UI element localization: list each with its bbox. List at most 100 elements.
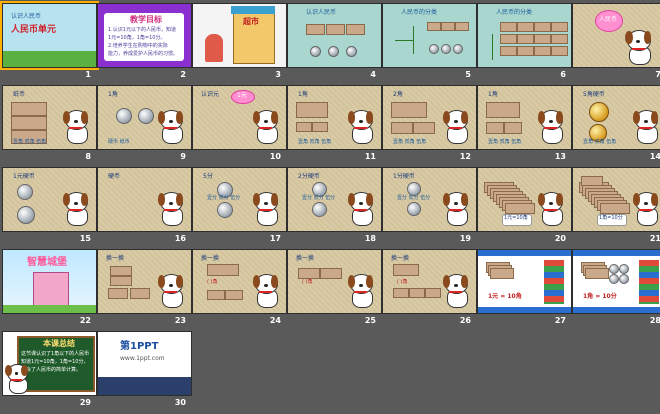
slide-preview[interactable]: 人民币的分类 bbox=[477, 3, 572, 68]
slide-thumbnail[interactable]: 1元 = 10角 27 bbox=[477, 249, 572, 332]
slide-thumbnail[interactable]: 5分 壹分 贰分 伍分 17 bbox=[192, 167, 287, 250]
slide-number: 13 bbox=[554, 152, 566, 161]
slide-title: 1角 bbox=[298, 91, 308, 98]
slide-title: 人民币的分类 bbox=[496, 9, 533, 16]
slide-thumbnail[interactable]: 人民币的分类 5 bbox=[382, 3, 477, 86]
slide-preview[interactable]: 5角硬币 壹角 贰角 伍角 bbox=[572, 85, 660, 150]
slide-thumbnail[interactable]: 换一换 ( )角 24 bbox=[192, 249, 287, 332]
slide-preview[interactable]: 智慧城堡 bbox=[2, 249, 97, 314]
dog-nose bbox=[263, 201, 268, 205]
slide-thumbnail[interactable]: 纸币 壹角 贰角 伍角 8 bbox=[2, 85, 97, 168]
slide-preview[interactable]: 1元 = 10角 bbox=[477, 249, 572, 314]
slide-preview[interactable]: 教学目标 1.认识1元以下的人民币，知道 1元=10角，1角=10分。 2.培养学生在… bbox=[97, 3, 192, 68]
slide-preview[interactable]: 5分 壹分 贰分 伍分 bbox=[192, 167, 287, 232]
slide-thumbnail[interactable]: 1角=10分 21 bbox=[572, 167, 660, 250]
slide-preview[interactable]: 1元硬币 bbox=[2, 167, 97, 232]
slide-thumbnail[interactable]: 认识人民币 4 bbox=[287, 3, 382, 86]
dog-nose bbox=[73, 119, 78, 123]
dog-nose bbox=[263, 119, 268, 123]
slide-thumbnail[interactable]: 1元硬币 15 bbox=[2, 167, 97, 250]
bubble-text: 人民币 bbox=[599, 16, 618, 23]
banknote-image bbox=[11, 116, 47, 130]
slide-preview[interactable]: 1元=10角 bbox=[477, 167, 572, 232]
slide-preview[interactable]: 1角 壹角 贰角 伍角 bbox=[287, 85, 382, 150]
coin-image bbox=[138, 108, 154, 124]
slide-thumbnail[interactable]: 1分硬币 壹分 贰分 伍分 19 bbox=[382, 167, 477, 250]
slide-thumbnail[interactable]: 教学目标 1.认识1元以下的人民币，知道 1元=10角，1角=10分。 2.培养学生在… bbox=[97, 3, 192, 86]
slide-title: 2分硬币 bbox=[298, 173, 320, 180]
slide-thumbnail[interactable]: 第1PPT www.1ppt.com 30 bbox=[97, 331, 192, 414]
slide-preview[interactable]: 2分硬币 壹分 贰分 伍分 bbox=[287, 167, 382, 232]
dog-illustration bbox=[633, 108, 660, 144]
slide-preview[interactable]: 换一换 ( )角 bbox=[382, 249, 477, 314]
slide-thumbnail[interactable]: 1元=10角 20 bbox=[477, 167, 572, 250]
slide-thumbnail[interactable]: 硬币 16 bbox=[97, 167, 192, 250]
slide-thumbnail[interactable]: 1角 壹角 贰角 伍角 13 bbox=[477, 85, 572, 168]
slide-thumbnail[interactable]: 认识元 1元 10 bbox=[192, 85, 287, 168]
children-illustration bbox=[205, 34, 223, 62]
equation-text: 1元 = 10角 bbox=[488, 293, 522, 300]
slide-preview[interactable]: 硬币 bbox=[97, 167, 192, 232]
slide-thumbnail[interactable]: 超市 3 bbox=[192, 3, 287, 86]
dog-ear bbox=[625, 31, 633, 45]
dog-collar bbox=[164, 208, 177, 211]
slide-thumbnail[interactable]: 2角 壹角 贰角 伍角 12 bbox=[382, 85, 477, 168]
dog-collar bbox=[69, 208, 82, 211]
slide-preview[interactable]: 1分硬币 壹分 贰分 伍分 bbox=[382, 167, 477, 232]
slide-thumbnail[interactable]: 人民币 7 bbox=[572, 3, 660, 86]
slide-preview[interactable]: 1角 = 10分 bbox=[572, 249, 660, 314]
slide-preview[interactable]: 1角 硬币 纸币 bbox=[97, 85, 192, 150]
slide-thumbnail[interactable]: 人民币单元 认识人民币 1 bbox=[0, 1, 99, 86]
slide-preview[interactable]: 纸币 壹角 贰角 伍角 bbox=[2, 85, 97, 150]
slide-preview[interactable]: 换一换 ( )角 bbox=[192, 249, 287, 314]
slide-caption: 壹角 贰角 伍角 bbox=[488, 139, 522, 145]
banknote-image bbox=[517, 22, 534, 32]
slide-thumbnail[interactable]: 人民币的分类 6 bbox=[477, 3, 572, 86]
slide-number: 14 bbox=[649, 152, 660, 161]
slide-thumbnail[interactable]: 1角 硬币 纸币 9 bbox=[97, 85, 192, 168]
dog-ear bbox=[650, 193, 659, 206]
slide-preview[interactable]: 1角 壹角 贰角 伍角 bbox=[477, 85, 572, 150]
equation-text: 1角 = 10分 bbox=[583, 293, 617, 300]
banknote-image bbox=[486, 122, 504, 134]
slide-thumbnail[interactable]: 换一换 ( )角 25 bbox=[287, 249, 382, 332]
slide-preview[interactable]: 本课总结 这节课认识了1角以下的人民币 知道1元=10角，1角=10分， 学会了人民币… bbox=[2, 331, 97, 396]
slide-preview[interactable]: 2角 壹角 贰角 伍角 bbox=[382, 85, 477, 150]
slide-thumbnail[interactable]: 2分硬币 壹分 贰分 伍分 18 bbox=[287, 167, 382, 250]
slide-thumbnail[interactable]: 1角 壹角 贰角 伍角 11 bbox=[287, 85, 382, 168]
slide-preview[interactable]: 换一换 bbox=[97, 249, 192, 314]
slide-thumbnail[interactable]: 换一换 23 bbox=[97, 249, 192, 332]
coin-image bbox=[453, 44, 463, 54]
slide-preview[interactable]: 认识人民币 bbox=[287, 3, 382, 68]
slide-number: 11 bbox=[364, 152, 376, 161]
slide-preview[interactable]: 第1PPT www.1ppt.com bbox=[97, 331, 192, 396]
dog-illustration bbox=[5, 362, 30, 395]
slide-title: 1分硬币 bbox=[393, 173, 415, 180]
coin-image bbox=[310, 46, 321, 57]
dog-collar bbox=[544, 126, 557, 129]
slide-thumbnail[interactable]: 1角 = 10分 28 bbox=[572, 249, 660, 332]
slide-sorter-grid: 人民币单元 认识人民币 1 教学目标 1.认识1元以下的人民币，知道 1元=10角，1角=… bbox=[0, 0, 660, 410]
slide-number: 18 bbox=[364, 234, 376, 243]
slide-preview[interactable]: 人民币单元 认识人民币 bbox=[0, 1, 99, 70]
slide-thumbnail[interactable]: 智慧城堡 22 bbox=[2, 249, 97, 332]
slide-preview[interactable]: 超市 bbox=[192, 3, 287, 68]
slide-preview[interactable]: 人民币的分类 bbox=[382, 3, 477, 68]
dog-nose bbox=[358, 201, 363, 205]
blue-frame-top bbox=[478, 250, 571, 256]
dog-collar bbox=[449, 208, 462, 211]
dog-ear bbox=[175, 275, 184, 288]
banknote-image bbox=[581, 176, 603, 186]
slide-title: 2角 bbox=[393, 91, 403, 98]
blue-frame-bottom bbox=[573, 307, 660, 313]
slide-thumbnail[interactable]: 5角硬币 壹角 贰角 伍角 14 bbox=[572, 85, 660, 168]
dog-illustration bbox=[253, 108, 280, 144]
slide-preview[interactable]: 换一换 ( )角 bbox=[287, 249, 382, 314]
slide-preview[interactable]: 认识元 1元 bbox=[192, 85, 287, 150]
banknote-image bbox=[409, 288, 425, 298]
slide-preview[interactable]: 人民币 bbox=[572, 3, 660, 68]
dog-illustration bbox=[253, 190, 280, 226]
slide-thumbnail[interactable]: 本课总结 这节课认识了1角以下的人民币 知道1元=10角，1角=10分， 学会了人民币… bbox=[2, 331, 97, 414]
slide-thumbnail[interactable]: 换一换 ( )角 26 bbox=[382, 249, 477, 332]
slide-preview[interactable]: 1角=10分 bbox=[572, 167, 660, 232]
